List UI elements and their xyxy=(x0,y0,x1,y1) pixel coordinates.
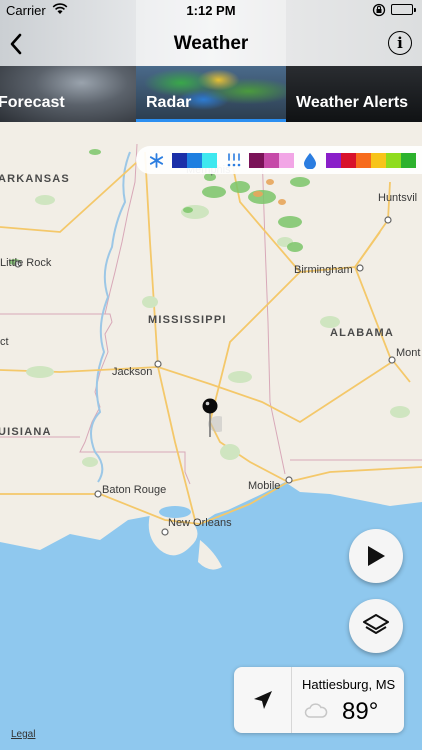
snow-swatch-1 xyxy=(172,152,187,168)
mix-swatches xyxy=(249,152,294,168)
city-label-montgomery: Mont xyxy=(396,347,421,359)
raindrop-icon xyxy=(302,152,318,169)
current-location-button[interactable] xyxy=(234,667,292,733)
rain-swatch-4 xyxy=(371,152,386,168)
legal-link[interactable]: Legal xyxy=(11,729,35,740)
layers-icon xyxy=(363,614,389,634)
rain-swatch-2 xyxy=(341,152,356,168)
city-label-little-rock: Little Rock xyxy=(0,257,52,269)
cloud-icon xyxy=(304,703,328,724)
rain-swatch-3 xyxy=(356,152,371,168)
snow-swatches xyxy=(172,152,217,168)
rain-swatch-6 xyxy=(401,152,416,168)
location-city: Hattiesburg, MS xyxy=(302,677,396,692)
city-label-birmingham: Birmingham xyxy=(294,264,353,276)
play-button[interactable] xyxy=(349,529,403,583)
snow-swatch-2 xyxy=(187,152,202,168)
mix-icon xyxy=(225,152,241,168)
mix-swatch-3 xyxy=(279,152,294,168)
city-label-left-cut: ct xyxy=(0,336,9,348)
tab-weather-alerts-label: Weather Alerts xyxy=(296,94,409,111)
city-label-baton-rouge: Baton Rouge xyxy=(102,484,167,496)
page-title: Weather xyxy=(173,33,249,54)
mix-swatch-2 xyxy=(264,152,279,168)
tab-forecast[interactable]: Forecast xyxy=(0,66,136,122)
snow-swatch-3 xyxy=(202,152,217,168)
rain-swatch-5 xyxy=(386,152,401,168)
mix-swatch-1 xyxy=(249,152,264,168)
state-label-louisiana: UISIANA xyxy=(0,426,52,438)
location-pin[interactable] xyxy=(202,398,228,445)
tab-radar[interactable]: Radar xyxy=(136,66,286,122)
snow-icon xyxy=(148,152,164,168)
play-icon xyxy=(368,546,385,566)
info-icon: i xyxy=(397,34,403,52)
radar-legend xyxy=(136,146,422,174)
tab-bar: Forecast Radar Weather Alerts xyxy=(0,66,422,122)
location-card[interactable]: Hattiesburg, MS 89° xyxy=(234,667,404,733)
state-label-arkansas: ARKANSAS xyxy=(0,173,70,185)
layers-button[interactable] xyxy=(349,599,403,653)
city-label-new-orleans: New Orleans xyxy=(168,517,232,529)
tab-forecast-label: Forecast xyxy=(0,94,65,111)
info-button[interactable]: i xyxy=(388,31,412,55)
state-label-mississippi: MISSISSIPPI xyxy=(148,314,227,326)
status-bar: Carrier 1:12 PM xyxy=(0,0,422,22)
tab-weather-alerts[interactable]: Weather Alerts xyxy=(286,66,422,122)
city-label-jackson: Jackson xyxy=(112,366,153,378)
clock: 1:12 PM xyxy=(186,3,236,18)
rotation-lock-icon xyxy=(372,3,386,20)
rain-swatches xyxy=(326,152,416,168)
state-label-alabama: ALABAMA xyxy=(330,327,395,339)
battery-icon xyxy=(391,4,416,15)
rain-swatch-1 xyxy=(326,152,341,168)
city-label-huntsville: Huntsvil xyxy=(378,192,418,204)
tab-radar-label: Radar xyxy=(146,94,192,111)
city-label-mobile: Mobile xyxy=(248,480,281,492)
location-arrow-icon xyxy=(253,691,272,709)
location-temperature: 89° xyxy=(342,698,379,725)
